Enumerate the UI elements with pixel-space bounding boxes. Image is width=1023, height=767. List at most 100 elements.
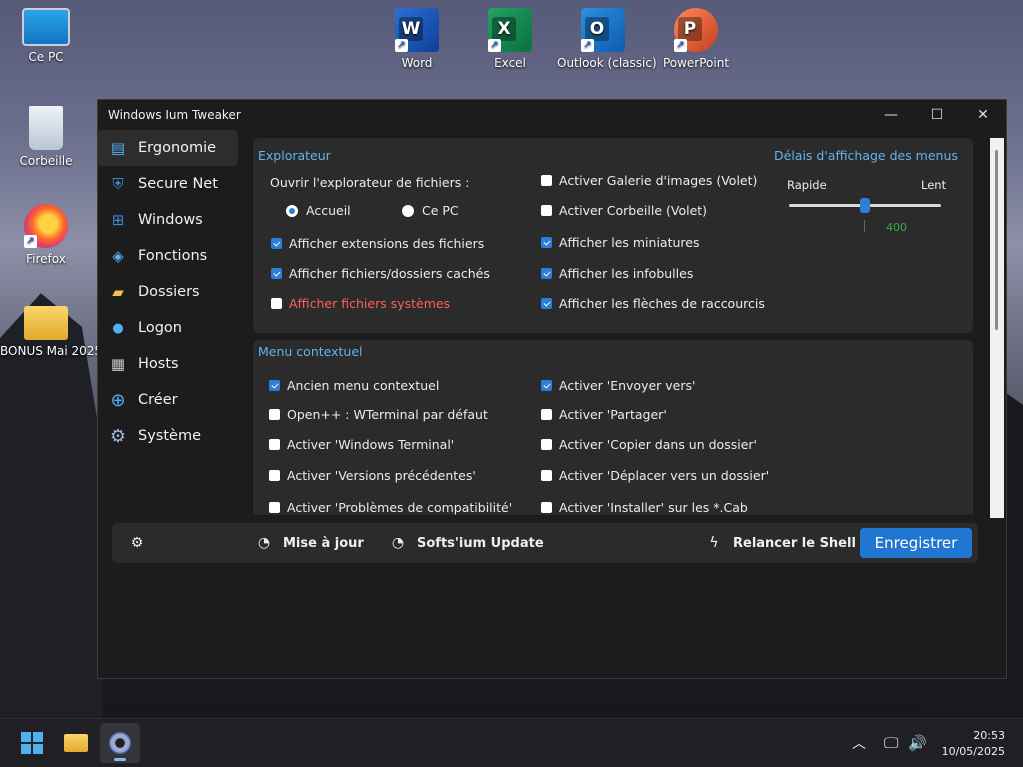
checkbox-checked[interactable] [541, 268, 552, 279]
check-windows-terminal[interactable]: Activer 'Windows Terminal' [269, 437, 454, 452]
folder-icon: ▰ [112, 283, 124, 301]
desktop-icon-firefox[interactable]: ↗ Firefox [0, 204, 92, 266]
desktop-icon-bonus-folder[interactable]: BONUS Mai 2025 [0, 300, 102, 358]
desktop-icon-ce-pc[interactable]: Ce PC [0, 8, 92, 64]
sidebar-item-hosts[interactable]: ▦ Hosts [98, 346, 238, 382]
checkbox-label: Activer 'Envoyer vers' [559, 378, 696, 393]
update-button[interactable]: ◔ Mise à jour [255, 523, 364, 563]
check-fleches-raccourcis[interactable]: Afficher les flèches de raccourcis [541, 296, 765, 311]
check-versions-precedentes[interactable]: Activer 'Versions précédentes' [269, 468, 476, 483]
checkbox-checked[interactable] [541, 298, 552, 309]
settings-button[interactable]: ⚙ [128, 523, 156, 563]
save-button[interactable]: Enregistrer [860, 528, 972, 558]
desktop-icon-word[interactable]: W ↗ Word [371, 8, 463, 70]
explorateur-panel: Explorateur Ouvrir l'explorateur de fich… [253, 138, 973, 333]
sidebar-item-label: Ergonomie [138, 140, 217, 156]
check-openpp[interactable]: Open++ : WTerminal par défaut [269, 407, 488, 422]
check-hidden-files[interactable]: Afficher fichiers/dossiers cachés [271, 266, 490, 281]
sidebar-item-ergonomie[interactable]: ▤ Ergonomie [98, 130, 238, 166]
recycle-bin-icon [29, 106, 63, 150]
checkbox-unchecked[interactable] [541, 175, 552, 186]
radio-unchecked[interactable] [402, 204, 414, 217]
check-envoyer-vers[interactable]: Activer 'Envoyer vers' [541, 378, 695, 393]
network-icon[interactable]: 🖵 [884, 719, 898, 767]
start-button[interactable] [12, 723, 52, 763]
checkbox-checked[interactable] [271, 268, 282, 279]
radio-checked[interactable] [286, 204, 298, 217]
ergonomics-icon: ▤ [110, 139, 126, 157]
checkbox-label: Activer 'Copier dans un dossier' [559, 437, 757, 452]
restart-shell-button[interactable]: ϟ Relancer le Shell [705, 523, 856, 563]
checkbox-checked[interactable] [541, 237, 552, 248]
checkbox-unchecked[interactable] [541, 470, 552, 481]
check-infobulles[interactable]: Afficher les infobulles [541, 266, 693, 281]
radio-ce-pc[interactable]: Ce PC [402, 203, 459, 218]
checkbox-label: Afficher les miniatures [559, 235, 700, 250]
check-deplacer-dossier[interactable]: Activer 'Déplacer vers un dossier' [541, 468, 769, 483]
check-ancien-menu[interactable]: Ancien menu contextuel [269, 378, 439, 393]
desktop-icon-excel[interactable]: X ↗ Excel [464, 8, 556, 70]
maximize-button[interactable]: ☐ [914, 100, 960, 130]
desktop-icon-powerpoint[interactable]: P ↗ PowerPoint [650, 8, 742, 70]
sidebar-item-secure-net[interactable]: ⛨ Secure Net [98, 166, 238, 202]
sidebar-item-creer[interactable]: ⊕ Créer [98, 382, 238, 418]
checkbox-unchecked[interactable] [541, 409, 552, 420]
checkbox-unchecked[interactable] [271, 298, 282, 309]
word-letter: W [399, 17, 423, 41]
tray-overflow-chevron-icon[interactable]: ︿ [852, 719, 866, 767]
desktop-icon-corbeille[interactable]: Corbeille [0, 106, 92, 168]
title-bar[interactable]: Windows Ium Tweaker — ☐ ✕ [98, 100, 1006, 130]
checkbox-unchecked[interactable] [269, 470, 280, 481]
clock-time: 20:53 [973, 729, 1005, 742]
sidebar-item-label: Hosts [138, 356, 179, 372]
check-installer-cab[interactable]: Activer 'Installer' sur les *.Cab [541, 500, 748, 515]
sidebar-item-dossiers[interactable]: ▰ Dossiers [98, 274, 238, 310]
checkbox-unchecked[interactable] [541, 439, 552, 450]
desktop-icon-outlook[interactable]: O ↗ Outlook (classic) [557, 8, 657, 70]
checkbox-checked[interactable] [541, 380, 552, 391]
sidebar-item-logon[interactable]: ● Logon [98, 310, 238, 346]
check-partager[interactable]: Activer 'Partager' [541, 407, 667, 422]
checkbox-unchecked[interactable] [269, 502, 280, 513]
check-extensions[interactable]: Afficher extensions des fichiers [271, 236, 484, 251]
content-scrollbar[interactable] [990, 138, 1004, 518]
minimize-button[interactable]: — [868, 100, 914, 130]
desktop-icon-label: Excel [494, 56, 526, 70]
menu-contextuel-panel: Menu contextuel Ancien menu contextuel O… [253, 340, 973, 515]
check-corbeille[interactable]: Activer Corbeille (Volet) [541, 203, 707, 218]
checkbox-unchecked[interactable] [541, 502, 552, 513]
checkbox-checked[interactable] [271, 238, 282, 249]
scrollbar-thumb[interactable] [995, 150, 998, 330]
checkbox-unchecked[interactable] [269, 439, 280, 450]
taskbar-tweaker-app[interactable] [100, 723, 140, 763]
check-galerie[interactable]: Activer Galerie d'images (Volet) [541, 173, 757, 188]
taskbar-file-explorer[interactable] [56, 723, 96, 763]
checkbox-checked[interactable] [269, 380, 280, 391]
softsium-update-button[interactable]: ◔ Softs'ium Update [389, 523, 544, 563]
layers-icon: ◈ [112, 247, 124, 265]
computer-icon [22, 8, 70, 46]
close-button[interactable]: ✕ [960, 100, 1006, 130]
update-icon: ◔ [257, 535, 271, 551]
checkbox-label: Afficher fichiers/dossiers cachés [289, 266, 490, 281]
check-copier-dossier[interactable]: Activer 'Copier dans un dossier' [541, 437, 757, 452]
sidebar-item-label: Windows [138, 212, 203, 228]
delay-slider-thumb[interactable] [860, 198, 870, 213]
checkbox-label: Open++ : WTerminal par défaut [287, 407, 488, 422]
check-miniatures[interactable]: Afficher les miniatures [541, 235, 699, 250]
sidebar-item-label: Logon [138, 320, 182, 336]
volume-icon[interactable]: 🔊 [908, 719, 927, 767]
check-system-files[interactable]: Afficher fichiers systèmes [271, 296, 450, 311]
system-clock[interactable]: 20:53 10/05/2025 [942, 728, 1005, 760]
checkbox-unchecked[interactable] [269, 409, 280, 420]
sidebar-item-systeme[interactable]: ⚙ Système [98, 418, 238, 454]
softsium-update-icon: ◔ [391, 535, 405, 551]
clock-date: 10/05/2025 [941, 745, 1005, 758]
check-compatibilite[interactable]: Activer 'Problèmes de compatibilité' [269, 500, 512, 515]
sidebar-item-label: Fonctions [138, 248, 208, 264]
sidebar-item-fonctions[interactable]: ◈ Fonctions [98, 238, 238, 274]
sidebar-item-windows[interactable]: ⊞ Windows [98, 202, 238, 238]
radio-accueil[interactable]: Accueil [286, 203, 351, 218]
checkbox-unchecked[interactable] [541, 205, 552, 216]
sidebar-item-label: Système [138, 428, 201, 444]
